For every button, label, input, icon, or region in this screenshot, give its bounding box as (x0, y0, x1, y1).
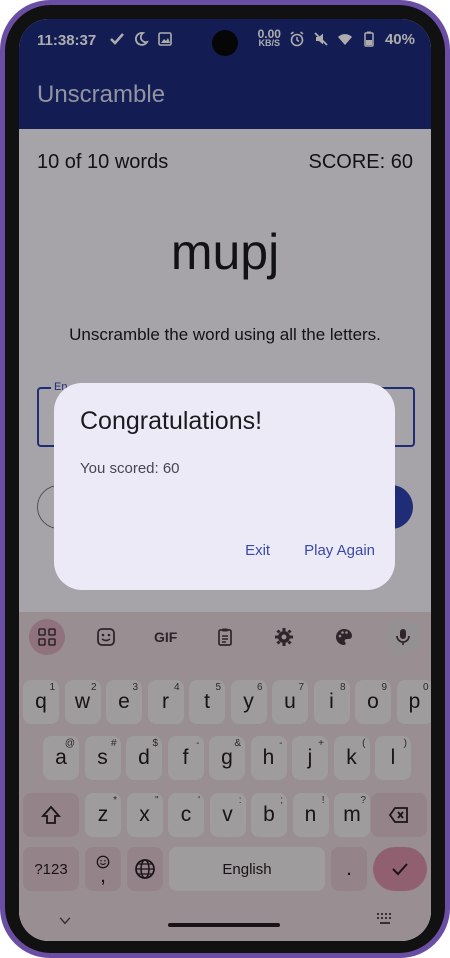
exit-button[interactable]: Exit (245, 542, 270, 559)
dialog-score-text: You scored: 60 (80, 460, 180, 477)
phone-frame: 11:38:37 0.00 KB/S 40% Unscramble 10 of … (0, 0, 450, 958)
congratulations-dialog: Congratulations! You scored: 60 Exit Pla… (54, 383, 395, 590)
phone-bezel: 11:38:37 0.00 KB/S 40% Unscramble 10 of … (5, 5, 445, 953)
play-again-button[interactable]: Play Again (304, 542, 375, 559)
dialog-title: Congratulations! (80, 407, 263, 435)
screen: 11:38:37 0.00 KB/S 40% Unscramble 10 of … (19, 19, 431, 941)
dialog-actions: Exit Play Again (245, 542, 375, 559)
